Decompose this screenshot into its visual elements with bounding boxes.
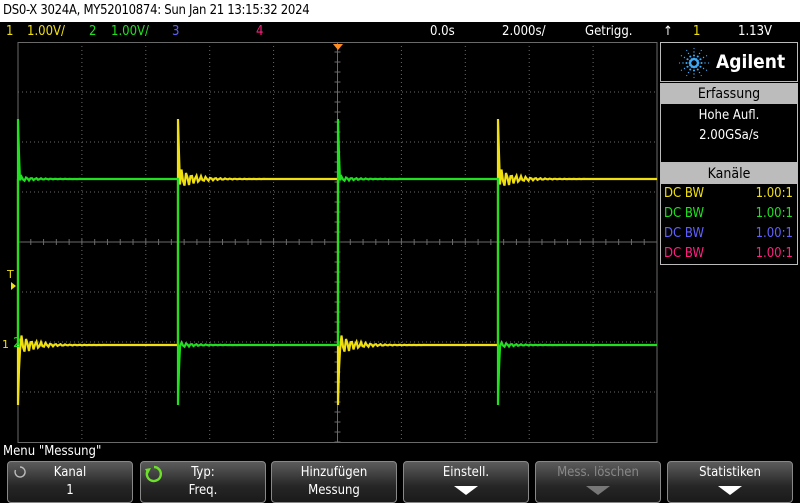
ch4-number[interactable]: 4	[256, 22, 263, 42]
softkey-type[interactable]: Typ: Freq.	[140, 461, 266, 503]
trigger-slope-icon: ↑	[663, 24, 673, 39]
ch1-scale[interactable]: 1.00V/	[27, 22, 65, 42]
softkey-add-measurement[interactable]: Hinzufügen Messung	[271, 461, 397, 503]
trigger-source: 1	[693, 24, 701, 39]
brand-name: Agilent	[716, 51, 786, 73]
trigger-level: 1.13V	[738, 24, 773, 39]
softkey-statistics[interactable]: Statistiken	[667, 461, 793, 503]
window-title: DS0-X 3024A, MY52010874: Sun Jan 21 13:1…	[0, 0, 800, 22]
channel1-row: DC BW 1.00:1	[664, 186, 793, 201]
acquisition-header: Erfassung	[661, 84, 797, 104]
status-bar: 1 1.00V/ 2 1.00V/ 3 4 0.0s 2.000s/ Getri…	[0, 22, 800, 42]
ch2-ground-marker: 2	[13, 336, 21, 351]
ch1-number[interactable]: 1	[6, 22, 13, 42]
acquisition-mode: Hohe Aufl.	[698, 108, 760, 123]
waveform-display: T 1 2	[0, 42, 660, 444]
channel2-row: DC BW 1.00:1	[664, 206, 793, 221]
channel4-row: DC BW 1.00:1	[664, 246, 793, 261]
ch3-number[interactable]: 3	[172, 22, 179, 42]
sample-rate: 2.00GSa/s	[699, 128, 759, 143]
ch1-ground-marker: 1	[2, 338, 9, 351]
ch2-number[interactable]: 2	[89, 22, 96, 42]
softkey-channel[interactable]: Kanal 1	[7, 461, 133, 503]
spark-icon	[678, 47, 710, 79]
submenu-arrow-icon	[718, 486, 742, 495]
ch2-scale[interactable]: 1.00V/	[111, 22, 149, 42]
softkey-settings[interactable]: Einstell.	[403, 461, 529, 503]
timebase-scale: 2.000s/	[502, 24, 546, 39]
submenu-arrow-icon	[586, 486, 610, 495]
softkey-clear-measurement[interactable]: Mess. löschen	[535, 461, 661, 503]
horizontal-delay: 0.0s	[430, 24, 455, 39]
acquisition-state: Getrigg.	[585, 24, 633, 39]
rotate-knob-icon	[145, 465, 163, 483]
trigger-level-marker: T	[6, 268, 14, 281]
acquisition-panel[interactable]: Erfassung Hohe Aufl. 2.00GSa/s	[660, 83, 798, 163]
menu-title: Menu "Messung"	[3, 444, 102, 459]
softkey-bar: Kanal 1 Typ: Freq. Hinzufügen Messung Einst…	[0, 461, 800, 503]
agilent-logo: Agilent	[660, 42, 798, 82]
channel3-row: DC BW 1.00:1	[664, 226, 793, 241]
submenu-arrow-icon	[454, 486, 478, 495]
channels-header: Kanäle	[661, 164, 797, 184]
rotate-knob-icon	[14, 466, 26, 478]
channels-panel[interactable]: Kanäle DC BW 1.00:1 DC BW 1.00:1 DC BW 1.00…	[660, 163, 798, 265]
